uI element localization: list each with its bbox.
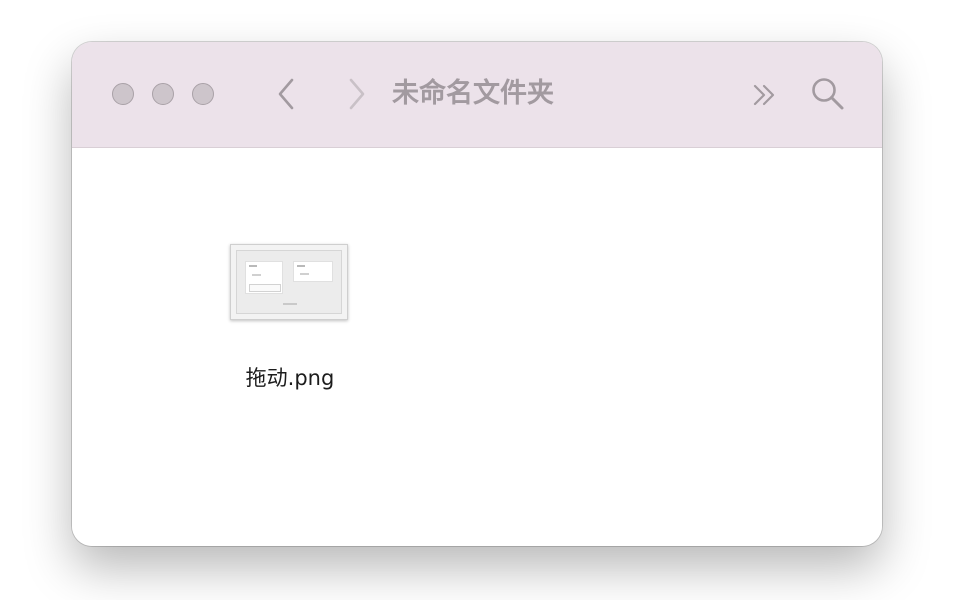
window-title: 未命名文件夹	[392, 78, 554, 109]
thumbnail-line	[252, 274, 261, 276]
thumbnail-card	[245, 261, 283, 294]
toolbar-overflow-button[interactable]	[748, 78, 782, 112]
close-window-button[interactable]	[112, 83, 134, 105]
folder-content: 拖动.png	[72, 148, 882, 546]
thumbnail-card	[293, 261, 333, 282]
thumbnail-button	[249, 284, 281, 292]
back-button[interactable]	[271, 74, 301, 114]
minimize-window-button[interactable]	[152, 83, 174, 105]
thumbnail-image	[236, 250, 342, 314]
magnifier-icon	[812, 78, 844, 110]
search-button[interactable]	[808, 74, 848, 114]
thumbnail-line	[300, 273, 309, 275]
thumbnail-line	[283, 303, 297, 305]
finder-window: 未命名文件夹 拖动.png	[72, 42, 882, 546]
desktop: 未命名文件夹 拖动.png	[0, 0, 960, 600]
file-thumbnail[interactable]	[230, 244, 348, 320]
chevron-right-icon	[349, 78, 365, 110]
file-item[interactable]: 拖动.png	[222, 240, 358, 400]
file-name-label[interactable]: 拖动.png	[222, 362, 358, 392]
thumbnail-line	[249, 265, 257, 267]
double-chevron-right-icon	[753, 84, 775, 106]
window-toolbar: 未命名文件夹	[72, 42, 882, 148]
zoom-window-button[interactable]	[192, 83, 214, 105]
chevron-left-icon	[278, 78, 294, 110]
thumbnail-line	[297, 265, 305, 267]
forward-button[interactable]	[342, 74, 372, 114]
